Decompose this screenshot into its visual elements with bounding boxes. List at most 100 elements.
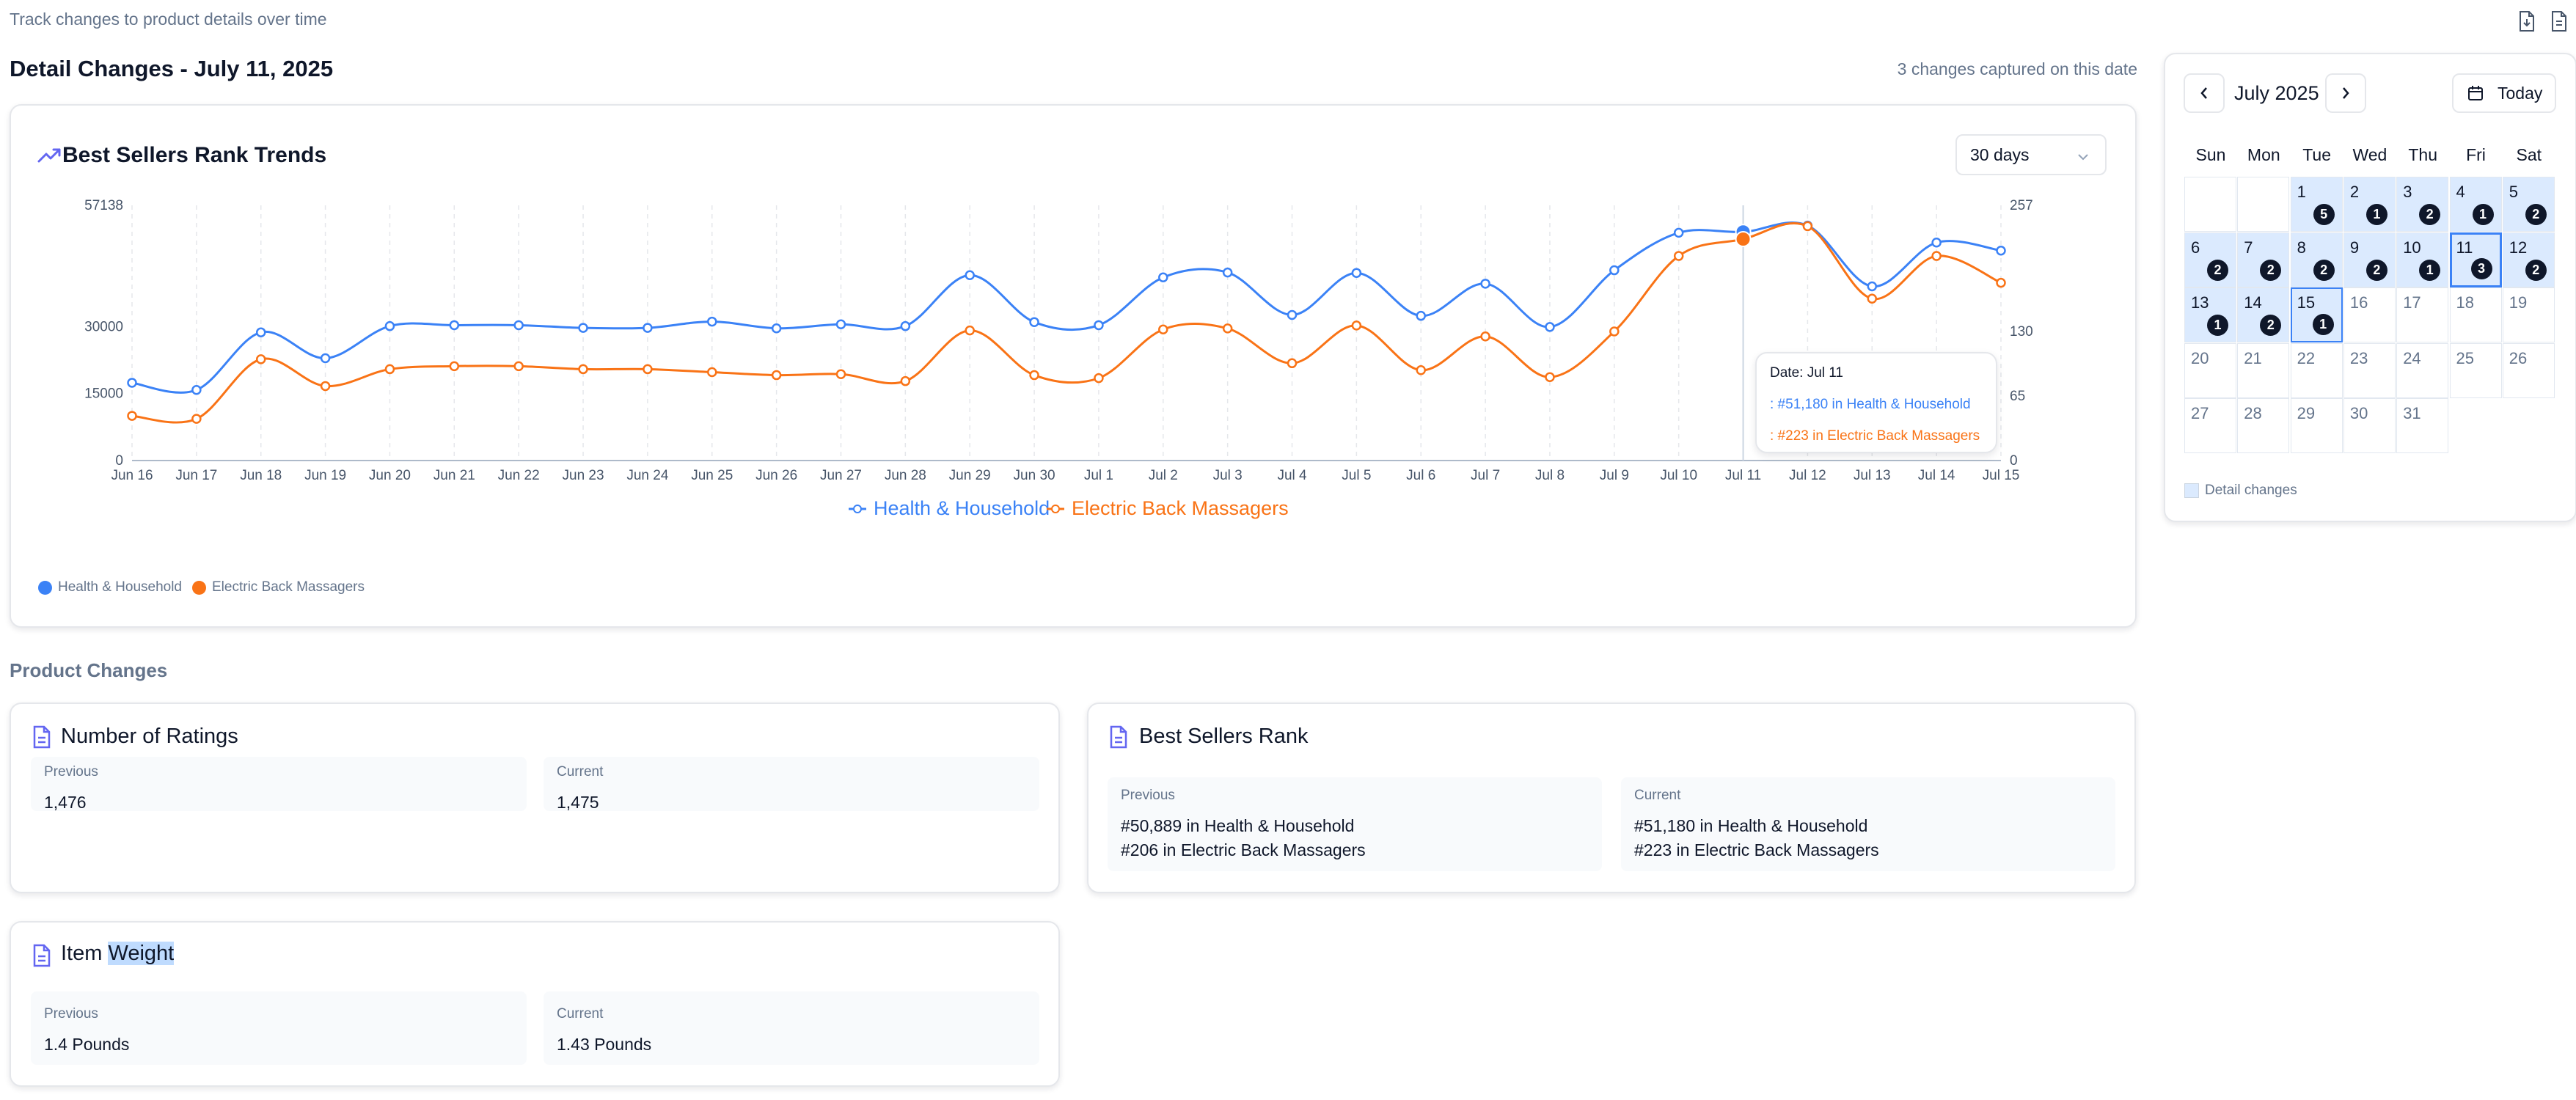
- data-point: [835, 369, 846, 379]
- data-point: [835, 319, 846, 329]
- calendar-day-6[interactable]: 62: [2184, 232, 2236, 287]
- day-number: 27: [2191, 404, 2209, 422]
- x-tick-label: Jun 19: [304, 468, 346, 483]
- previous-line: #206 in Electric Back Massagers: [1121, 840, 1366, 859]
- today-button[interactable]: Today: [2452, 73, 2556, 113]
- calendar-day-31[interactable]: 31: [2396, 398, 2449, 453]
- calendar-day-5[interactable]: 52: [2502, 177, 2555, 232]
- data-point: [127, 411, 137, 421]
- calendar-day-8[interactable]: 82: [2290, 232, 2343, 287]
- legend-line-marker-icon: [849, 504, 866, 513]
- calendar-day-14[interactable]: 14 2: [2237, 287, 2290, 342]
- current-label: Current: [557, 1006, 604, 1022]
- change-count-badge: 5: [2313, 204, 2335, 225]
- calendar-day-4[interactable]: 41: [2449, 177, 2502, 232]
- data-point: [1351, 320, 1362, 331]
- data-point: [1480, 331, 1490, 342]
- x-tick-label: Jun 22: [498, 468, 540, 483]
- document-icon: [1108, 725, 1130, 749]
- previous-cell: Previous #50,889 in Health & Household #…: [1108, 777, 1602, 871]
- change-count-badge: 1: [2365, 204, 2387, 225]
- y-right-tick-label: 0: [2010, 453, 2018, 469]
- next-month-button[interactable]: [2325, 73, 2366, 113]
- calendar-day-9[interactable]: 92: [2343, 232, 2396, 287]
- calendar-day-25[interactable]: 25: [2449, 342, 2502, 398]
- data-point: [578, 323, 588, 333]
- data-point: [1094, 320, 1104, 331]
- calendar-day-15[interactable]: 15 1: [2290, 287, 2343, 342]
- calendar-day-20[interactable]: 20: [2184, 342, 2236, 398]
- legend-item-massagers[interactable]: Electric Back Massagers: [1047, 497, 1289, 520]
- data-point: [1158, 272, 1168, 283]
- calendar-day-16[interactable]: 16: [2343, 287, 2396, 342]
- current-line: #223 in Electric Back Massagers: [1634, 840, 1879, 859]
- calendar-day-22[interactable]: 22: [2290, 342, 2343, 398]
- calendar-day-26[interactable]: 26: [2502, 342, 2555, 398]
- calendar-day-19[interactable]: 19: [2502, 287, 2555, 342]
- data-point: [771, 323, 782, 334]
- chevron-right-icon: [2343, 87, 2349, 99]
- legend-item-health[interactable]: Health & Household: [849, 497, 1050, 520]
- x-tick-label: Jun 26: [755, 468, 797, 483]
- data-point: [965, 270, 975, 280]
- calendar-day-2[interactable]: 21: [2343, 177, 2396, 232]
- calendar-day-30[interactable]: 30: [2343, 398, 2396, 453]
- data-point: [643, 323, 653, 333]
- change-count-badge: 2: [2525, 259, 2547, 281]
- data-point: [1931, 251, 1942, 261]
- x-tick-label: Jul 8: [1535, 468, 1565, 483]
- y-right-tick-label: 130: [2010, 324, 2033, 340]
- data-point: [255, 327, 266, 337]
- day-number: 15: [2297, 293, 2316, 312]
- calendar-legend: Detail changes: [2184, 483, 2297, 499]
- day-number: 25: [2456, 348, 2474, 367]
- calendar-day-24[interactable]: 24: [2396, 342, 2449, 398]
- legend-label: Electric Back Massagers: [1072, 497, 1289, 519]
- calendar-day-13[interactable]: 13 1: [2184, 287, 2236, 342]
- day-number: 3: [2403, 183, 2412, 201]
- day-number: 12: [2509, 238, 2528, 257]
- x-tick-label: Jul 4: [1277, 468, 1307, 483]
- change-card-title-highlight: Weight: [108, 942, 175, 965]
- x-tick-label: Jul 11: [1725, 468, 1761, 483]
- day-number: 20: [2191, 348, 2209, 367]
- weekday-header: Wed: [2352, 145, 2387, 164]
- day-number: 18: [2456, 293, 2474, 312]
- data-point: [191, 414, 202, 424]
- calendar-day-21[interactable]: 21: [2237, 342, 2290, 398]
- day-number: 4: [2456, 183, 2465, 201]
- data-point: [771, 370, 782, 381]
- calendar-day-11[interactable]: 11 3: [2449, 232, 2502, 287]
- calendar-day-3[interactable]: 32: [2396, 177, 2449, 232]
- calendar-day-12[interactable]: 12 2: [2502, 232, 2555, 287]
- x-tick-label: Jul 7: [1471, 468, 1500, 483]
- current-label: Current: [1634, 788, 1681, 803]
- day-number: 28: [2244, 404, 2262, 422]
- x-tick-label: Jun 16: [111, 468, 153, 483]
- data-point: [1931, 238, 1942, 248]
- x-tick-label: Jun 24: [626, 468, 668, 483]
- day-number: 1: [2297, 183, 2306, 201]
- data-point: [1996, 245, 2006, 256]
- data-point: [1222, 323, 1233, 334]
- data-point: [513, 320, 524, 331]
- prev-month-button[interactable]: [2184, 73, 2225, 113]
- day-number: 30: [2349, 404, 2368, 422]
- calendar-day-18[interactable]: 18: [2449, 287, 2502, 342]
- calendar-day-7[interactable]: 72: [2237, 232, 2290, 287]
- data-point: [1673, 227, 1684, 238]
- calendar-day-10[interactable]: 10 1: [2396, 232, 2449, 287]
- calendar-day-29[interactable]: 29: [2290, 398, 2343, 453]
- data-point: [1609, 326, 1620, 337]
- calendar-day-1[interactable]: 15: [2290, 177, 2343, 232]
- calendar-day-17[interactable]: 17: [2396, 287, 2449, 342]
- y-left-tick-label: 30000: [84, 319, 123, 334]
- calendar-day-23[interactable]: 23: [2343, 342, 2396, 398]
- change-card-title: Number of Ratings: [61, 725, 238, 748]
- calendar-day-28[interactable]: 28: [2237, 398, 2290, 453]
- x-tick-label: Jul 3: [1213, 468, 1243, 483]
- x-tick-label: Jul 9: [1600, 468, 1629, 483]
- change-card-title-prefix: Item: [61, 942, 109, 965]
- weekday-header: Sat: [2516, 145, 2542, 164]
- calendar-day-27[interactable]: 27: [2184, 398, 2236, 453]
